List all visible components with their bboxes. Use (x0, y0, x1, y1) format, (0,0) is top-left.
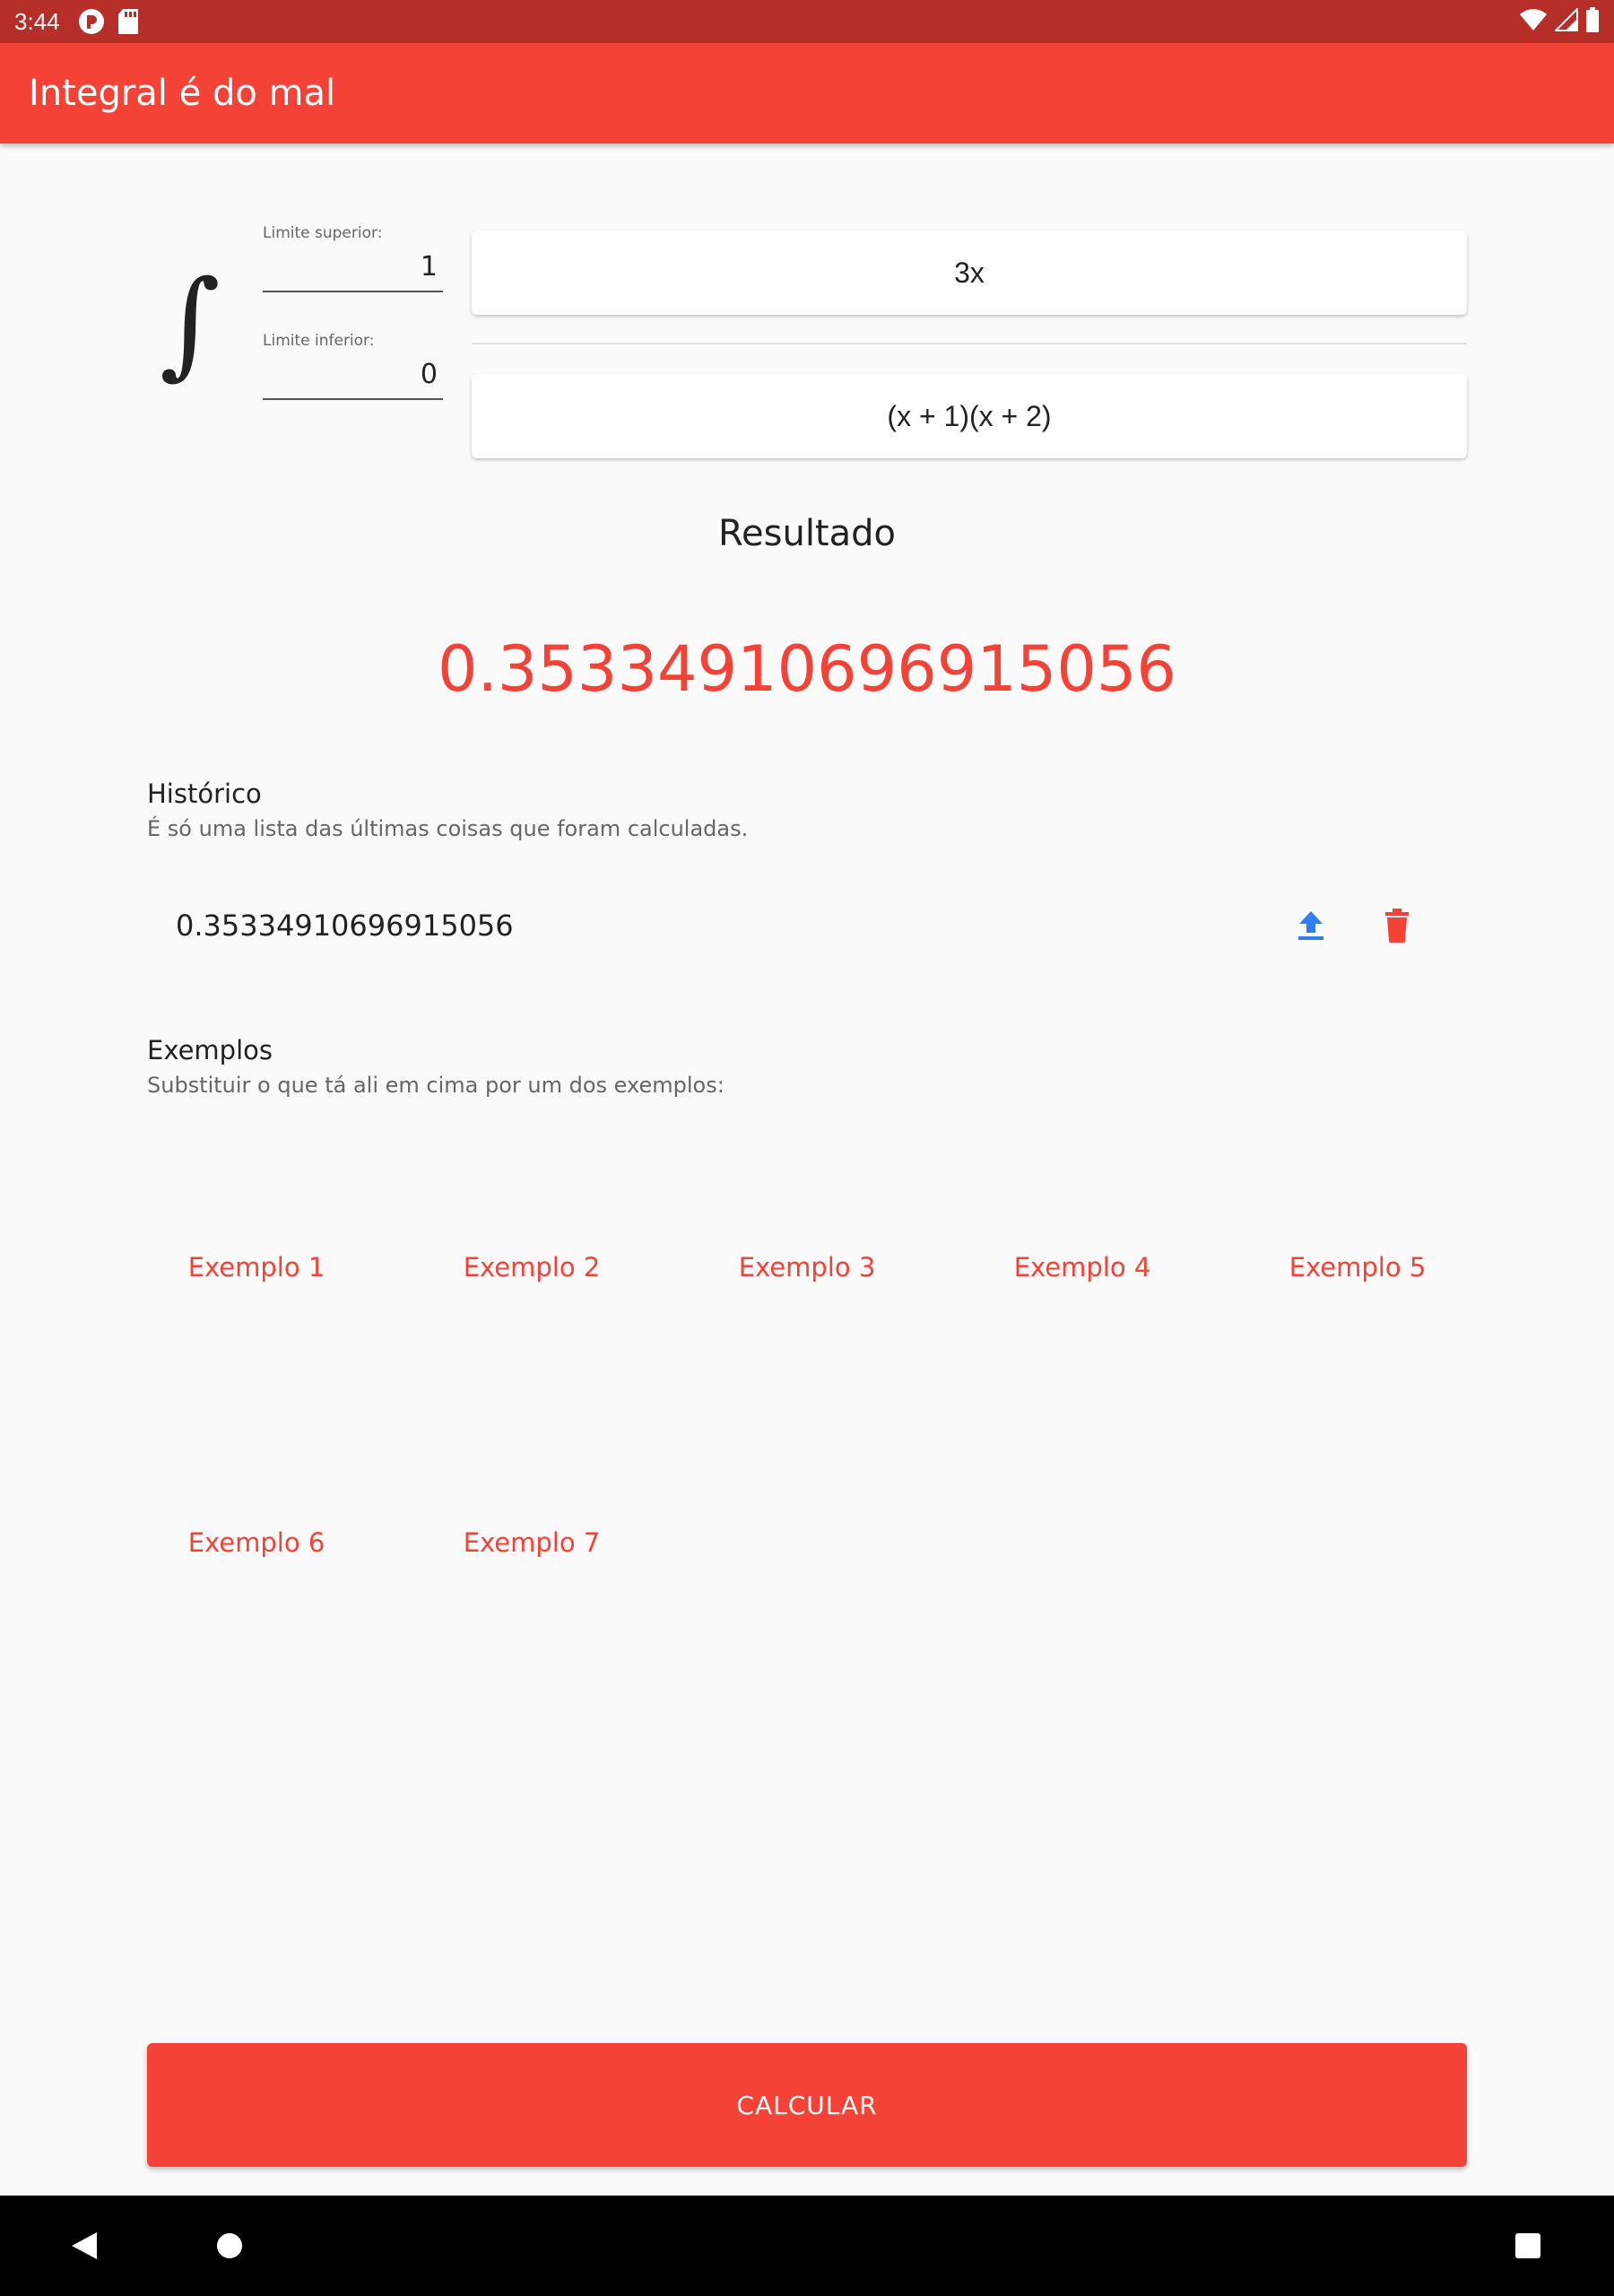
example-button-6[interactable]: Exemplo 6 (167, 1527, 346, 1558)
upper-limit-label: Limite superior: (263, 224, 383, 242)
history-item: 0.35334910696915056 (147, 897, 1467, 954)
denominator-input[interactable]: (x + 1)(x + 2) (472, 374, 1467, 458)
lower-limit-field[interactable]: Limite inferior: 0 (263, 332, 443, 400)
delete-icon[interactable] (1372, 900, 1422, 951)
app-title: Integral é do mal (29, 73, 336, 114)
example-button-5[interactable]: Exemplo 5 (1268, 1252, 1447, 1283)
navigation-bar (0, 2196, 1614, 2296)
upload-icon[interactable] (1286, 900, 1336, 951)
status-time: 3:44 (14, 7, 60, 35)
status-bar: 3:44 (0, 0, 1614, 43)
calculate-button[interactable]: CALCULAR (147, 2043, 1467, 2167)
examples-title: Exemplos (147, 1035, 273, 1065)
wifi-icon (1519, 8, 1548, 35)
example-button-1[interactable]: Exemplo 1 (167, 1252, 346, 1283)
battery-icon (1585, 7, 1600, 36)
upper-limit-field[interactable]: Limite superior: 1 (263, 224, 443, 292)
history-subtitle: É só uma lista das últimas coisas que fo… (147, 816, 749, 841)
lower-limit-input[interactable]: 0 (263, 359, 443, 400)
result-heading: Resultado (718, 513, 896, 554)
history-title: Histórico (147, 778, 262, 809)
history-item-value: 0.35334910696915056 (176, 909, 514, 943)
back-icon[interactable] (48, 2196, 120, 2296)
examples-subtitle: Substituir o que tá ali em cima por um d… (147, 1073, 725, 1098)
signal-icon (1553, 6, 1578, 35)
example-button-4[interactable]: Exemplo 4 (993, 1252, 1172, 1283)
result-value: 0.35334910696915056 (438, 632, 1176, 706)
fraction-divider (472, 343, 1467, 344)
example-button-7[interactable]: Exemplo 7 (442, 1527, 621, 1558)
lower-limit-label: Limite inferior: (263, 332, 375, 350)
example-button-3[interactable]: Exemplo 3 (717, 1252, 897, 1283)
upper-limit-input[interactable]: 1 (263, 251, 443, 292)
integral-symbol: ∫ (160, 255, 221, 391)
example-button-2[interactable]: Exemplo 2 (442, 1252, 621, 1283)
home-icon[interactable] (194, 2196, 265, 2296)
recents-icon[interactable] (1492, 2196, 1564, 2296)
notification-app-icon (78, 8, 105, 35)
sd-card-icon (117, 8, 139, 35)
app-bar: Integral é do mal (0, 43, 1614, 144)
numerator-input[interactable]: 3x (472, 230, 1467, 315)
